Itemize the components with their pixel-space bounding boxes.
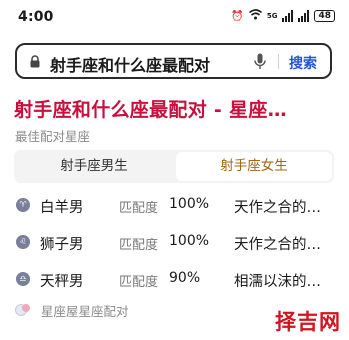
- status-time: 4:00: [18, 9, 54, 25]
- libra-icon: ♎: [16, 272, 30, 286]
- status-bar: 4:00 ⏰ 5G 48: [0, 0, 349, 36]
- match-value: 90%: [169, 270, 201, 286]
- search-button[interactable]: 搜索: [289, 53, 317, 73]
- leo-icon: ♌: [16, 235, 30, 249]
- match-label: 匹配度: [119, 201, 159, 216]
- source-name: 星座屋星座配对: [41, 303, 129, 319]
- match-row-libra[interactable]: ♎ 天秤男 匹配度 90% 相濡以沫的…: [0, 262, 349, 296]
- match-description: 天作之合的…: [234, 237, 321, 253]
- match-label: 匹配度: [119, 275, 159, 290]
- lock-icon: [30, 55, 40, 68]
- search-input[interactable]: 射手座和什么座最配对: [50, 52, 210, 76]
- alarm-icon: ⏰: [231, 10, 244, 22]
- search-divider: [278, 54, 279, 69]
- match-sign-name: 狮子男: [40, 237, 84, 253]
- match-label: 匹配度: [119, 238, 159, 253]
- match-description: 相濡以沫的…: [234, 274, 321, 290]
- search-bar[interactable]: 射手座和什么座最配对 搜索: [15, 43, 332, 79]
- match-value: 100%: [169, 196, 210, 212]
- result-subtitle: 最佳配对星座: [15, 129, 91, 144]
- result-title-link[interactable]: 射手座和什么座最配对 - 星座…: [14, 95, 287, 122]
- signal-icon-2: [298, 10, 310, 22]
- network-type-label: 5G: [266, 11, 278, 20]
- battery-indicator: 48: [314, 10, 335, 22]
- watermark-logo: 择吉网: [275, 310, 341, 334]
- match-sign-name: 天秤男: [40, 274, 84, 290]
- aries-icon: ♈: [16, 198, 30, 212]
- microphone-icon[interactable]: [254, 53, 266, 70]
- match-row-aries[interactable]: ♈ 白羊男 匹配度 100% 天作之合的…: [0, 188, 349, 222]
- wifi-icon: [248, 9, 262, 23]
- tab-sagittarius-male[interactable]: 射手座男生: [14, 150, 174, 183]
- signal-icon: [282, 10, 294, 22]
- match-row-leo[interactable]: ♌ 狮子男 匹配度 100% 天作之合的…: [0, 225, 349, 259]
- match-value: 100%: [169, 233, 210, 249]
- match-description: 天作之合的…: [234, 200, 321, 216]
- tab-sagittarius-female[interactable]: 射手座女生: [176, 152, 332, 181]
- gender-tabs: 射手座男生 射手座女生: [14, 150, 334, 183]
- result-source[interactable]: 星座屋星座配对: [15, 300, 129, 320]
- status-icons: ⏰ 5G 48: [231, 9, 335, 23]
- match-sign-name: 白羊男: [40, 200, 84, 216]
- source-logo-icon: [15, 304, 30, 316]
